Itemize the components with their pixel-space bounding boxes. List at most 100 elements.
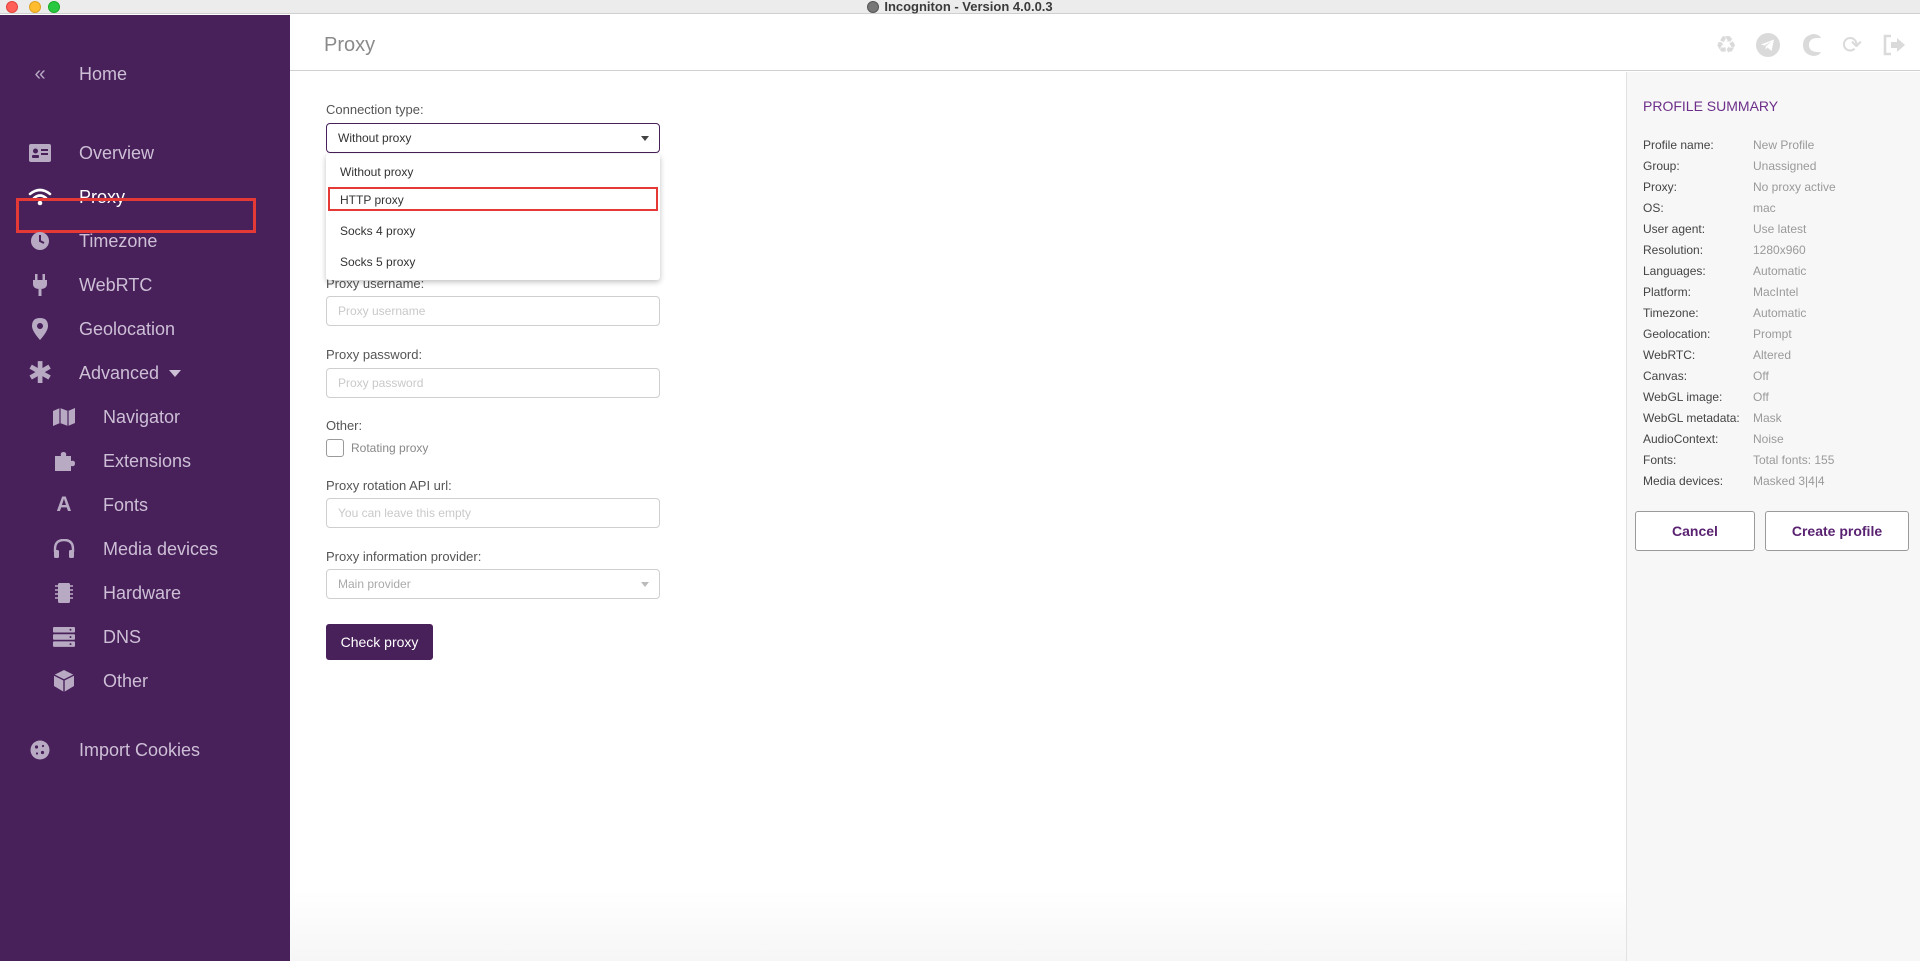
- summary-key: Timezone:: [1643, 306, 1699, 320]
- proxy-username-placeholder: Proxy username: [338, 304, 426, 318]
- summary-row: AudioContext: Noise: [1643, 432, 1913, 453]
- summary-value: Masked 3|4|4: [1753, 474, 1825, 488]
- sidebar-item-label: Other: [103, 670, 149, 691]
- sidebar-item-label: Import Cookies: [79, 739, 201, 760]
- summary-value: Automatic: [1753, 306, 1807, 320]
- sidebar-item-timezone[interactable]: Timezone: [0, 221, 290, 261]
- summary-key: AudioContext:: [1643, 432, 1719, 446]
- app-logo-icon: [867, 1, 880, 13]
- sidebar-item-home[interactable]: « Home: [0, 54, 290, 94]
- page-header: Proxy ♻ ⟳: [290, 15, 1920, 71]
- summary-value: Total fonts: 155: [1753, 453, 1835, 467]
- sidebar-item-label: Timezone: [79, 230, 158, 251]
- summary-key: User agent:: [1643, 222, 1706, 236]
- map-pin-icon: [28, 317, 52, 341]
- sidebar-item-label: DNS: [103, 626, 142, 647]
- summary-row: WebGL image: Off: [1643, 390, 1913, 411]
- summary-row: Group: Unassigned: [1643, 159, 1913, 180]
- id-card-icon: [28, 141, 52, 165]
- http-proxy-highlight-box: [328, 187, 658, 211]
- create-profile-button[interactable]: Create profile: [1765, 511, 1909, 551]
- font-icon: A: [56, 493, 72, 516]
- summary-value: New Profile: [1753, 138, 1815, 152]
- summary-key: Languages:: [1643, 264, 1706, 278]
- summary-value: Automatic: [1753, 264, 1807, 278]
- sidebar-item-extensions[interactable]: Extensions: [0, 441, 290, 481]
- recycle-icon[interactable]: ♻: [1712, 31, 1740, 59]
- sidebar-item-import-cookies[interactable]: Import Cookies: [0, 730, 290, 770]
- connection-type-select[interactable]: Without proxy: [326, 123, 660, 153]
- summary-key: Proxy:: [1643, 180, 1678, 194]
- info-provider-value: Main provider: [338, 577, 411, 591]
- summary-row: Proxy: No proxy active: [1643, 180, 1913, 201]
- telegram-icon[interactable]: [1754, 31, 1782, 59]
- sidebar-item-webrtc[interactable]: WebRTC: [0, 265, 290, 305]
- summary-value: Mask: [1753, 411, 1782, 425]
- proxy-password-placeholder: Proxy password: [338, 376, 424, 390]
- summary-value: 1280x960: [1753, 243, 1806, 257]
- summary-key: Canvas:: [1643, 369, 1688, 383]
- cookie-icon: [28, 738, 52, 762]
- sidebar-item-navigator[interactable]: Navigator: [0, 397, 290, 437]
- cube-icon: [52, 669, 76, 693]
- sidebar-item-hardware[interactable]: Hardware: [0, 573, 290, 613]
- refresh-icon[interactable]: ⟳: [1838, 31, 1866, 59]
- rotating-proxy-checkbox[interactable]: [326, 439, 344, 457]
- dropdown-option-socks4-proxy[interactable]: Socks 4 proxy: [326, 218, 660, 244]
- sidebar-item-label: Hardware: [103, 582, 182, 603]
- sidebar-item-overview[interactable]: Overview: [0, 133, 290, 173]
- summary-value: No proxy active: [1753, 180, 1836, 194]
- summary-key: Group:: [1643, 159, 1680, 173]
- info-provider-select[interactable]: Main provider: [326, 569, 660, 599]
- summary-value: Unassigned: [1753, 159, 1817, 173]
- rotating-proxy-label: Rotating proxy: [351, 441, 429, 455]
- summary-row: Geolocation: Prompt: [1643, 327, 1913, 348]
- connection-type-label: Connection type:: [326, 102, 424, 117]
- summary-value: Altered: [1753, 348, 1792, 362]
- other-label: Other:: [326, 418, 363, 433]
- summary-value: Off: [1753, 369, 1769, 383]
- sidebar-item-advanced[interactable]: ✱ Advanced: [0, 353, 290, 393]
- sidebar: « Home Overview Proxy Timezone WebRTC Ge…: [0, 15, 290, 961]
- double-chevron-left-icon: «: [34, 62, 46, 85]
- window-title: Incogniton - Version 4.0.0.3: [0, 0, 1920, 14]
- summary-value: Prompt: [1753, 327, 1792, 341]
- caret-down-icon: [641, 136, 649, 141]
- sidebar-item-label: Geolocation: [79, 318, 176, 339]
- map-icon: [52, 405, 76, 429]
- proxy-form: Connection type: Without proxy Proxy use…: [290, 72, 1626, 961]
- profile-summary-title: PROFILE SUMMARY: [1643, 98, 1779, 114]
- dropdown-option-socks5-proxy[interactable]: Socks 5 proxy: [326, 249, 660, 275]
- summary-value: MacIntel: [1753, 285, 1799, 299]
- summary-value: Use latest: [1753, 222, 1807, 236]
- dropdown-option-without-proxy[interactable]: Without proxy: [326, 159, 660, 185]
- summary-key: Resolution:: [1643, 243, 1704, 257]
- summary-key: Platform:: [1643, 285, 1692, 299]
- summary-key: Fonts:: [1643, 453, 1677, 467]
- sidebar-item-label-wrap: Advanced: [79, 363, 182, 384]
- cancel-button[interactable]: Cancel: [1635, 511, 1755, 551]
- clock-icon: [28, 229, 52, 253]
- sidebar-item-geolocation[interactable]: Geolocation: [0, 309, 290, 349]
- sidebar-item-other[interactable]: Other: [0, 661, 290, 701]
- rotation-url-input[interactable]: You can leave this empty: [326, 498, 660, 528]
- info-provider-label: Proxy information provider:: [326, 549, 482, 564]
- server-icon: [52, 625, 76, 649]
- summary-row: Canvas: Off: [1643, 369, 1913, 390]
- summary-value: mac: [1753, 201, 1776, 215]
- sign-out-icon[interactable]: [1880, 31, 1908, 59]
- sidebar-item-dns[interactable]: DNS: [0, 617, 290, 657]
- summary-row: Fonts: Total fonts: 155: [1643, 453, 1913, 474]
- plug-icon: [28, 273, 52, 297]
- moon-icon[interactable]: [1796, 31, 1824, 59]
- summary-row: User agent: Use latest: [1643, 222, 1913, 243]
- sidebar-item-label: Overview: [79, 142, 155, 163]
- summary-key: Profile name:: [1643, 138, 1714, 152]
- sidebar-item-media-devices[interactable]: Media devices: [0, 529, 290, 569]
- check-proxy-button[interactable]: Check proxy: [326, 624, 433, 660]
- summary-key: Media devices:: [1643, 474, 1724, 488]
- sidebar-item-fonts[interactable]: A Fonts: [0, 485, 290, 525]
- proxy-password-input[interactable]: Proxy password: [326, 368, 660, 398]
- caret-down-icon: [641, 582, 649, 587]
- proxy-username-input[interactable]: Proxy username: [326, 296, 660, 326]
